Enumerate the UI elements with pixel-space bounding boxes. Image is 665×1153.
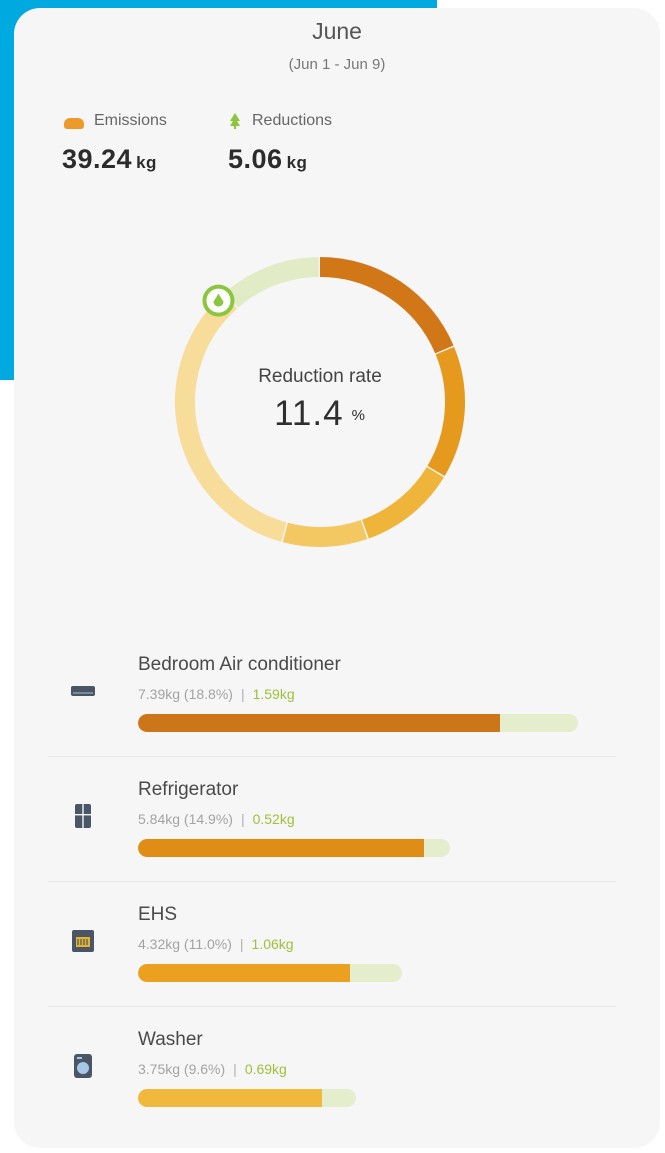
emissions-stat: Emissions 39.24 kg (62, 110, 167, 175)
list-item[interactable]: Washer 3.75kg (9.6%) | 0.69kg (48, 1007, 616, 1131)
emission-bar-fill (138, 1089, 322, 1107)
donut-segment-washer (282, 520, 368, 547)
list-item[interactable]: EHS 4.32kg (11.0%) | 1.06kg (48, 882, 616, 1007)
device-name: Bedroom Air conditioner (138, 654, 341, 675)
donut-segment-ehs (361, 466, 444, 539)
reductions-stat: Reductions 5.06 kg (228, 110, 332, 175)
emission-bar-fill (138, 714, 500, 732)
month-title: June (312, 18, 362, 44)
device-emission: 3.75kg (9.6%) (138, 1061, 226, 1077)
reduction-marker-icon (202, 284, 235, 317)
device-name: Refrigerator (138, 779, 239, 800)
list-item[interactable]: Bedroom Air conditioner 7.39kg (18.8%) | 1… (48, 632, 616, 757)
list-item[interactable]: Refrigerator 5.84kg (14.9%) | 0.52kg (48, 757, 616, 882)
refrigerator-icon (70, 803, 96, 829)
device-reduction: 1.06kg (251, 936, 294, 952)
device-reduction: 1.59kg (252, 686, 295, 702)
device-reduction: 0.52kg (252, 811, 295, 827)
donut-segment-bedroom-air-conditioner (319, 257, 454, 354)
device-name: Washer (138, 1029, 203, 1050)
emission-bar-track (138, 839, 450, 857)
emission-bar-fill (138, 964, 350, 982)
device-reduction: 0.69kg (244, 1061, 287, 1077)
date-range: (Jun 1 - Jun 9) (288, 56, 386, 73)
emissions-unit: kg (136, 153, 157, 172)
reduction-rate-unit: % (351, 407, 366, 425)
emissions-value: 39.24 (62, 144, 133, 174)
emission-bar-track (138, 1089, 356, 1107)
device-emission: 5.84kg (14.9%) (138, 811, 233, 827)
washer-icon (70, 1053, 96, 1079)
reduction-rate-value: 11.4 (274, 394, 344, 433)
device-emission: 7.39kg (18.8%) (138, 686, 233, 702)
air-conditioner-icon (70, 678, 96, 704)
donut-segment-reductions (224, 257, 319, 308)
device-name: EHS (138, 904, 178, 925)
leaf-icon (228, 112, 242, 130)
cloud-icon (64, 117, 84, 129)
reductions-value: 5.06 (228, 144, 283, 174)
reductions-label: Reductions (252, 112, 333, 129)
reduction-rate-label: Reduction rate (258, 366, 382, 387)
emission-bar-track (138, 964, 402, 982)
donut-center: Reduction rate 11.4% (190, 366, 450, 434)
ehs-icon (70, 928, 96, 954)
reductions-unit: kg (286, 153, 308, 172)
device-list: Bedroom Air conditioner 7.39kg (18.8%) | 1… (48, 632, 616, 1131)
emission-bar-track (138, 714, 578, 732)
emissions-label: Emissions (94, 112, 167, 129)
emission-bar-fill (138, 839, 424, 857)
device-emission: 4.32kg (11.0%) (138, 936, 232, 952)
